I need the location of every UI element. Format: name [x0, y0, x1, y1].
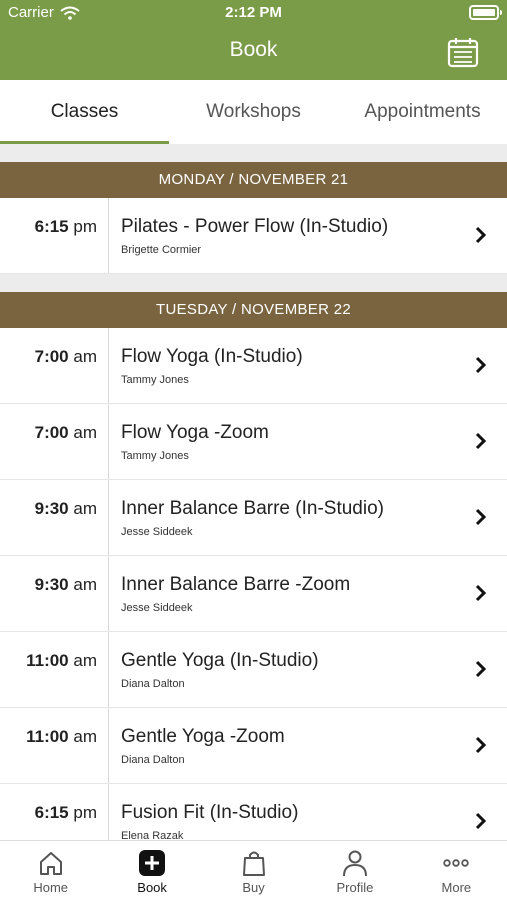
- class-instructor: Diana Dalton: [121, 678, 185, 690]
- class-instructor: Elena Razak: [121, 830, 184, 840]
- class-row[interactable]: 9:30 am Inner Balance Barre -Zoom Jesse …: [0, 556, 507, 632]
- class-time: 6:15: [34, 217, 69, 236]
- class-ampm: am: [73, 727, 97, 746]
- class-time: 11:00: [26, 727, 69, 746]
- status-bar: Carrier 2:12 PM: [0, 0, 507, 26]
- bottom-tab-bar: Home Book Buy Profile More: [0, 840, 507, 900]
- class-name: Fusion Fit (In-Studio): [121, 802, 299, 823]
- class-row[interactable]: 7:00 am Flow Yoga -Zoom Tammy Jones: [0, 404, 507, 480]
- home-icon: [39, 852, 62, 875]
- day-header: TUESDAY / NOVEMBER 22: [0, 292, 507, 328]
- class-ampm: am: [73, 499, 97, 518]
- class-name: Flow Yoga (In-Studio): [121, 346, 303, 367]
- class-row[interactable]: 9:30 am Inner Balance Barre (In-Studio) …: [0, 480, 507, 556]
- class-row[interactable]: 7:00 am Flow Yoga (In-Studio) Tammy Jone…: [0, 328, 507, 404]
- tab-workshops[interactable]: Workshops: [169, 80, 338, 144]
- more-dots-icon: [443, 859, 470, 867]
- status-time: 2:12 PM: [225, 4, 282, 21]
- day-header: MONDAY / NOVEMBER 21: [0, 162, 507, 198]
- tabbar-buy[interactable]: Buy: [203, 841, 304, 900]
- tabbar-label: Profile: [336, 880, 374, 895]
- class-row[interactable]: 6:15 pm Fusion Fit (In-Studio) Elena Raz…: [0, 784, 507, 840]
- class-ampm: am: [73, 651, 97, 670]
- class-name: Gentle Yoga (In-Studio): [121, 650, 319, 671]
- class-name: Gentle Yoga -Zoom: [121, 726, 285, 747]
- tabbar-home[interactable]: Home: [0, 841, 101, 900]
- tabbar-profile[interactable]: Profile: [304, 841, 405, 900]
- chevron-right-icon: [475, 226, 487, 244]
- class-time: 9:30: [34, 575, 69, 594]
- class-instructor: Jesse Siddeek: [121, 526, 193, 538]
- tabbar-label: Buy: [242, 880, 265, 895]
- class-instructor: Diana Dalton: [121, 754, 185, 766]
- class-time: 6:15: [34, 803, 69, 822]
- class-instructor: Tammy Jones: [121, 450, 189, 462]
- class-ampm: pm: [73, 217, 97, 236]
- chevron-right-icon: [475, 356, 487, 374]
- page-title: Book: [229, 38, 278, 61]
- class-row[interactable]: 11:00 am Gentle Yoga (In-Studio) Diana D…: [0, 632, 507, 708]
- nav-bar: Carrier 2:12 PM Book: [0, 0, 507, 80]
- class-ampm: am: [73, 575, 97, 594]
- class-ampm: am: [73, 423, 97, 442]
- tab-appointments[interactable]: Appointments: [338, 80, 507, 144]
- chevron-right-icon: [475, 660, 487, 678]
- person-icon: [342, 850, 367, 877]
- tabbar-label: Home: [33, 880, 69, 895]
- segment-tabs: Classes Workshops Appointments: [0, 80, 507, 144]
- day-section: TUESDAY / NOVEMBER 22 7:00 am Flow Yoga …: [0, 292, 507, 840]
- class-time: 7:00: [34, 423, 69, 442]
- tabbar-more[interactable]: More: [406, 841, 507, 900]
- class-time: 9:30: [34, 499, 69, 518]
- chevron-right-icon: [475, 432, 487, 450]
- class-instructor: Brigette Cormier: [121, 244, 202, 256]
- chevron-right-icon: [475, 736, 487, 754]
- plus-square-icon: [139, 850, 166, 876]
- chevron-right-icon: [475, 584, 487, 602]
- class-ampm: pm: [73, 803, 97, 822]
- chevron-right-icon: [475, 508, 487, 526]
- chevron-right-icon: [475, 812, 487, 830]
- day-section: MONDAY / NOVEMBER 21 6:15 pm Pilates - P…: [0, 162, 507, 274]
- class-ampm: am: [73, 347, 97, 366]
- class-row[interactable]: 11:00 am Gentle Yoga -Zoom Diana Dalton: [0, 708, 507, 784]
- shopping-bag-icon: [242, 851, 265, 876]
- tab-classes[interactable]: Classes: [0, 80, 169, 144]
- class-instructor: Tammy Jones: [121, 374, 189, 386]
- class-time: 7:00: [34, 347, 69, 366]
- tabbar-label: Book: [137, 880, 167, 895]
- class-row[interactable]: 6:15 pm Pilates - Power Flow (In-Studio)…: [0, 198, 507, 274]
- class-instructor: Jesse Siddeek: [121, 602, 193, 614]
- battery-icon: [469, 5, 502, 20]
- class-name: Pilates - Power Flow (In-Studio): [121, 216, 389, 237]
- class-name: Inner Balance Barre -Zoom: [121, 574, 351, 595]
- schedule-list[interactable]: MONDAY / NOVEMBER 21 6:15 pm Pilates - P…: [0, 144, 507, 840]
- class-name: Flow Yoga -Zoom: [121, 422, 269, 443]
- tabbar-book[interactable]: Book: [101, 841, 202, 900]
- tabbar-label: More: [441, 880, 472, 895]
- class-time: 11:00: [26, 651, 69, 670]
- class-name: Inner Balance Barre (In-Studio): [121, 498, 384, 519]
- calendar-icon[interactable]: [447, 36, 479, 68]
